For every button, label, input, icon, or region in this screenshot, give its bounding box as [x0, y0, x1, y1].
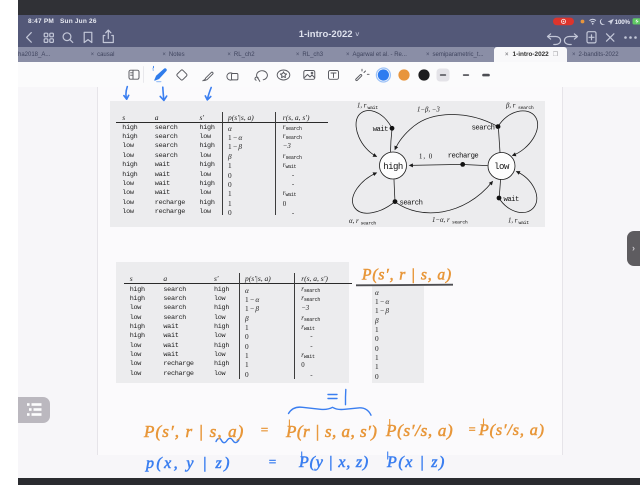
svg-text:wait: wait: [519, 220, 530, 226]
svg-text:1−α, r: 1−α, r: [432, 217, 450, 224]
svg-text:search: search: [361, 221, 377, 227]
svg-text:1, r: 1, r: [508, 218, 518, 225]
svg-text:wait: wait: [373, 126, 388, 134]
svg-text:search: search: [472, 125, 495, 133]
svg-text:low: low: [494, 162, 510, 172]
svg-text:high: high: [383, 162, 403, 172]
svg-text:search: search: [518, 105, 534, 111]
svg-text:100%: 100%: [615, 19, 631, 26]
svg-text:wait: wait: [368, 105, 379, 111]
svg-text:1−β, −3: 1−β, −3: [417, 107, 440, 114]
svg-text:α, r: α, r: [349, 218, 359, 225]
svg-text:1, 0: 1, 0: [419, 154, 433, 161]
svg-text:search: search: [452, 220, 468, 226]
svg-text:1, r: 1, r: [357, 103, 367, 110]
svg-text:wait: wait: [504, 196, 519, 204]
svg-text:recharge: recharge: [448, 153, 479, 161]
svg-text:β, r: β, r: [505, 103, 516, 110]
svg-text:search: search: [400, 200, 423, 208]
